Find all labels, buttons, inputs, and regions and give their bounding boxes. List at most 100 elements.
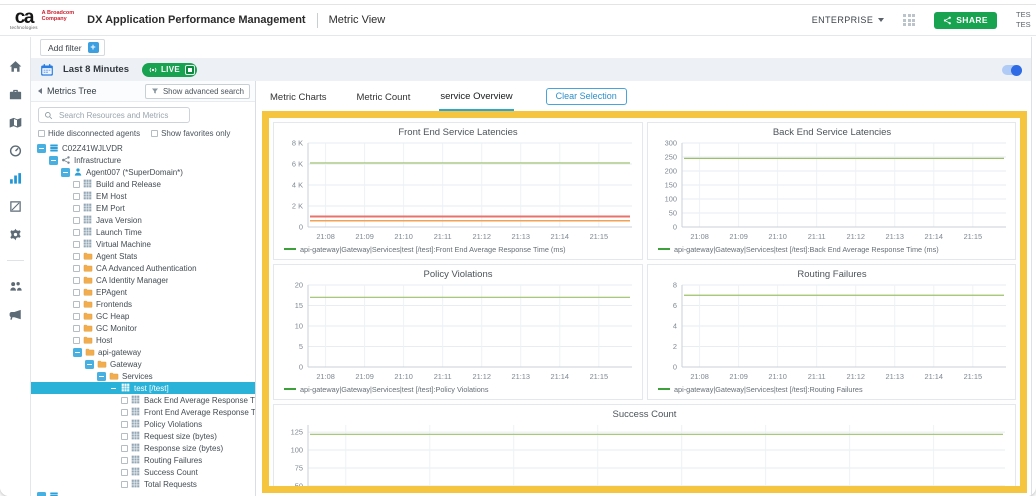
live-badge[interactable]: LIVE	[142, 62, 197, 77]
chart-legend[interactable]: api-gateway|Gateway|Services|test [/test…	[657, 385, 863, 394]
apps-grid-icon[interactable]	[903, 14, 916, 26]
tree-row-success-count[interactable]: Success Count	[31, 466, 255, 478]
show-favorites-only-checkbox[interactable]: Show favorites only	[151, 129, 230, 138]
tree-row-epagent[interactable]: EPAgent	[31, 286, 255, 298]
metric-checkbox[interactable]	[73, 300, 80, 308]
timebar-toggle[interactable]	[1002, 64, 1022, 76]
tree-row-ca-identity-manager[interactable]: CA Identity Manager	[31, 274, 255, 286]
tree-row-total-requests[interactable]: Total Requests	[31, 478, 255, 490]
calendar-icon[interactable]	[40, 63, 54, 77]
tree-row-infrastructure[interactable]: Infrastructure	[31, 154, 255, 166]
chart-legend[interactable]: api-gateway|Gateway|Services|test [/test…	[284, 245, 566, 254]
sidebar-chart-icon[interactable]	[8, 171, 23, 186]
metric-checkbox[interactable]	[73, 264, 80, 272]
live-stop-button[interactable]	[184, 64, 195, 75]
sidebar-group-icon[interactable]	[8, 279, 23, 294]
metric-checkbox[interactable]	[73, 228, 80, 236]
tree-row-launch-time[interactable]: Launch Time	[31, 226, 255, 238]
tree-row-build-and-release[interactable]: Build and Release	[31, 178, 255, 190]
chart-card-back-end-service-latencies: 0 50 100 150 200 250 300 21:08 21:09 21:10 21:11 21…	[646, 122, 1016, 260]
sidebar-map-icon[interactable]	[8, 115, 23, 130]
tree-row-java-version[interactable]: Java Version	[31, 214, 255, 226]
tree-row-gc-monitor[interactable]: GC Monitor	[31, 322, 255, 334]
tab-service-overview[interactable]: service Overview	[439, 82, 514, 111]
tree-row-test-test[interactable]: test [/test]	[31, 382, 255, 394]
chart-legend[interactable]: api-gateway|Gateway|Services|test [/test…	[284, 385, 489, 394]
hide-disconnected-agents-checkbox[interactable]: Hide disconnected agents	[38, 129, 140, 138]
svg-text:0: 0	[299, 223, 303, 232]
metric-checkbox[interactable]	[73, 324, 80, 332]
collapse-expander-icon[interactable]	[73, 347, 82, 357]
tree-row-front-end-average-response-time-ms[interactable]: Front End Average Response Time (ms)	[31, 406, 255, 418]
share-button[interactable]: SHARE	[934, 11, 997, 29]
svg-text:200: 200	[664, 167, 676, 176]
search-input[interactable]	[57, 109, 184, 121]
tree-row-request-size-bytes[interactable]: Request size (bytes)	[31, 430, 255, 442]
add-filter-button[interactable]: Add filter +	[40, 39, 105, 56]
tree-row-agent-stats[interactable]: Agent Stats	[31, 250, 255, 262]
user-label[interactable]: TES TES	[1016, 10, 1036, 30]
metric-checkbox[interactable]	[121, 444, 128, 452]
svg-text:21:13: 21:13	[885, 232, 904, 241]
tree-row-c02z41wjlvdr[interactable]: C02Z41WJLVDR	[31, 142, 255, 154]
sidebar-megaphone-icon[interactable]	[8, 307, 23, 322]
tree-row[interactable]	[31, 490, 255, 496]
metric-checkbox[interactable]	[73, 240, 80, 248]
tree-row-em-host[interactable]: EM Host	[31, 190, 255, 202]
metric-checkbox[interactable]	[73, 336, 80, 344]
collapse-panel-icon[interactable]	[38, 88, 42, 94]
metric-checkbox[interactable]	[121, 396, 128, 404]
metric-checkbox[interactable]	[121, 468, 128, 476]
collapse-expander-icon[interactable]	[37, 143, 46, 153]
sidebar-meter-icon[interactable]	[8, 143, 23, 158]
tree-row-virtual-machine[interactable]: Virtual Machine	[31, 238, 255, 250]
tree-row-services[interactable]: Services	[31, 370, 255, 382]
metric-checkbox[interactable]	[121, 432, 128, 440]
show-advanced-search-button[interactable]: Show advanced search	[144, 83, 250, 99]
metric-checkbox[interactable]	[73, 276, 80, 284]
tree-row-routing-failures[interactable]: Routing Failures	[31, 454, 255, 466]
tree-row-back-end-average-response-time-ms[interactable]: Back End Average Response Time (ms)	[31, 394, 255, 406]
sidebar-gear-icon[interactable]	[8, 227, 23, 242]
sidebar-home-icon[interactable]	[8, 59, 23, 74]
tree-row-ca-advanced-authentication[interactable]: CA Advanced Authentication	[31, 262, 255, 274]
metric-checkbox[interactable]	[73, 288, 80, 296]
tree-row-agent007-superdomain[interactable]: Agent007 (*SuperDomain*)	[31, 166, 255, 178]
metric-checkbox[interactable]	[121, 408, 128, 416]
grid-icon	[83, 179, 93, 189]
metric-checkbox[interactable]	[73, 180, 80, 188]
metric-checkbox[interactable]	[73, 216, 80, 224]
tab-metric-count[interactable]: Metric Count	[355, 83, 411, 110]
collapse-expander-icon[interactable]	[37, 491, 46, 496]
tree-row-gc-heap[interactable]: GC Heap	[31, 310, 255, 322]
sidebar-briefcase-icon[interactable]	[8, 87, 23, 102]
tree-row-label: Front End Average Response Time (ms)	[144, 407, 255, 417]
metric-checkbox[interactable]	[73, 252, 80, 260]
collapse-expander-icon[interactable]	[61, 167, 70, 177]
collapse-expander-icon[interactable]	[109, 384, 118, 393]
folder-icon	[83, 251, 93, 261]
tree-row-frontends[interactable]: Frontends	[31, 298, 255, 310]
clear-selection-button[interactable]: Clear Selection	[545, 87, 627, 105]
sidebar-report-icon[interactable]	[8, 199, 23, 214]
tree-row-policy-violations[interactable]: Policy Violations	[31, 418, 255, 430]
metric-checkbox[interactable]	[121, 480, 128, 488]
svg-text:150: 150	[664, 181, 676, 190]
metric-checkbox[interactable]	[73, 192, 80, 200]
tree-row-gateway[interactable]: Gateway	[31, 358, 255, 370]
metric-checkbox[interactable]	[121, 456, 128, 464]
collapse-expander-icon[interactable]	[97, 371, 106, 381]
metric-checkbox[interactable]	[73, 204, 80, 212]
svg-text:21:08: 21:08	[690, 232, 709, 241]
domain-selector[interactable]: ENTERPRISE	[812, 15, 885, 25]
tree-row-response-size-bytes[interactable]: Response size (bytes)	[31, 442, 255, 454]
tree-row-host[interactable]: Host	[31, 334, 255, 346]
chart-legend[interactable]: api-gateway|Gateway|Services|test [/test…	[657, 245, 939, 254]
metric-checkbox[interactable]	[121, 420, 128, 428]
metric-checkbox[interactable]	[73, 312, 80, 320]
collapse-expander-icon[interactable]	[85, 359, 94, 369]
tree-row-em-port[interactable]: EM Port	[31, 202, 255, 214]
tab-metric-charts[interactable]: Metric Charts	[269, 83, 327, 110]
tree-row-api-gateway[interactable]: api-gateway	[31, 346, 255, 358]
collapse-expander-icon[interactable]	[49, 155, 58, 165]
